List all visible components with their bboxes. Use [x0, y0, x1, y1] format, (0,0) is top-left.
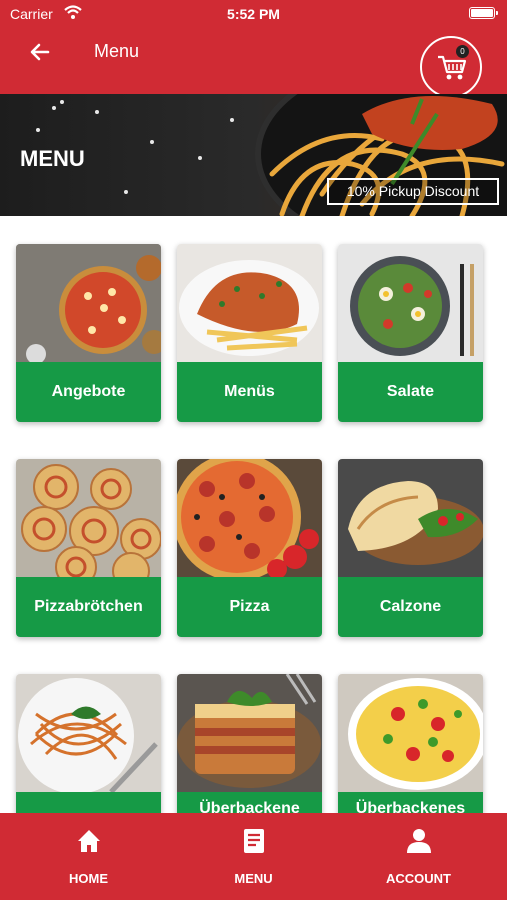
shopping-cart-icon: [438, 55, 467, 80]
category-image: [338, 244, 483, 362]
clock: 5:52 PM: [227, 6, 280, 22]
category-image: [16, 459, 161, 577]
category-label: Pizza: [177, 577, 322, 637]
category-card-menus[interactable]: Menüs: [177, 244, 322, 422]
account-icon: [407, 829, 431, 853]
battery-icon: [469, 7, 498, 19]
category-grid: Angebote Menüs Salate Pizzabrötchen Pizz…: [0, 216, 507, 813]
home-icon: [78, 830, 100, 852]
cart-button[interactable]: 0: [420, 36, 482, 98]
page-title: Menu: [94, 41, 140, 61]
category-image: [177, 244, 322, 362]
tab-home[interactable]: HOME: [4, 813, 173, 900]
category-label: Menüs: [177, 362, 322, 422]
nav-bar: Menu 0: [0, 28, 507, 98]
tab-menu[interactable]: MENU: [169, 813, 338, 900]
category-card-ueberbackenes[interactable]: Überbackenes: [338, 674, 483, 813]
category-label: Überbackene: [177, 792, 322, 813]
arrow-left-icon: [30, 43, 50, 61]
category-label: Überbackenes: [338, 792, 483, 813]
tab-label: MENU: [234, 871, 273, 886]
category-image: [338, 674, 483, 792]
tab-label: ACCOUNT: [386, 871, 451, 886]
category-image: [177, 674, 322, 792]
category-label: Calzone: [338, 577, 483, 637]
discount-badge: 10% Pickup Discount: [327, 178, 499, 205]
category-label: [16, 792, 161, 813]
category-image: [338, 459, 483, 577]
status-bar: Carrier 5:52 PM: [0, 0, 507, 28]
category-card-ueberbackene[interactable]: Überbackene: [177, 674, 322, 813]
tab-account[interactable]: ACCOUNT: [334, 813, 503, 900]
category-image: [177, 459, 322, 577]
menu-book-icon: [244, 829, 264, 853]
bottom-tab-bar: HOME MENU ACCOUNT: [0, 813, 507, 900]
category-image: [16, 244, 161, 362]
menu-hero-banner: MENU 10% Pickup Discount: [0, 94, 507, 216]
category-label: Salate: [338, 362, 483, 422]
category-card-pizzabroetchen[interactable]: Pizzabrötchen: [16, 459, 161, 637]
category-card-spaghetti[interactable]: [16, 674, 161, 813]
back-button[interactable]: [22, 38, 58, 68]
category-card-salate[interactable]: Salate: [338, 244, 483, 422]
category-card-pizza[interactable]: Pizza: [177, 459, 322, 637]
hero-heading: MENU: [20, 146, 85, 171]
category-card-calzone[interactable]: Calzone: [338, 459, 483, 637]
category-card-angebote[interactable]: Angebote: [16, 244, 161, 422]
category-image: [16, 674, 161, 792]
category-label: Angebote: [16, 362, 161, 422]
tab-label: HOME: [69, 871, 108, 886]
category-label: Pizzabrötchen: [16, 577, 161, 637]
cart-count-badge: 0: [456, 45, 469, 58]
